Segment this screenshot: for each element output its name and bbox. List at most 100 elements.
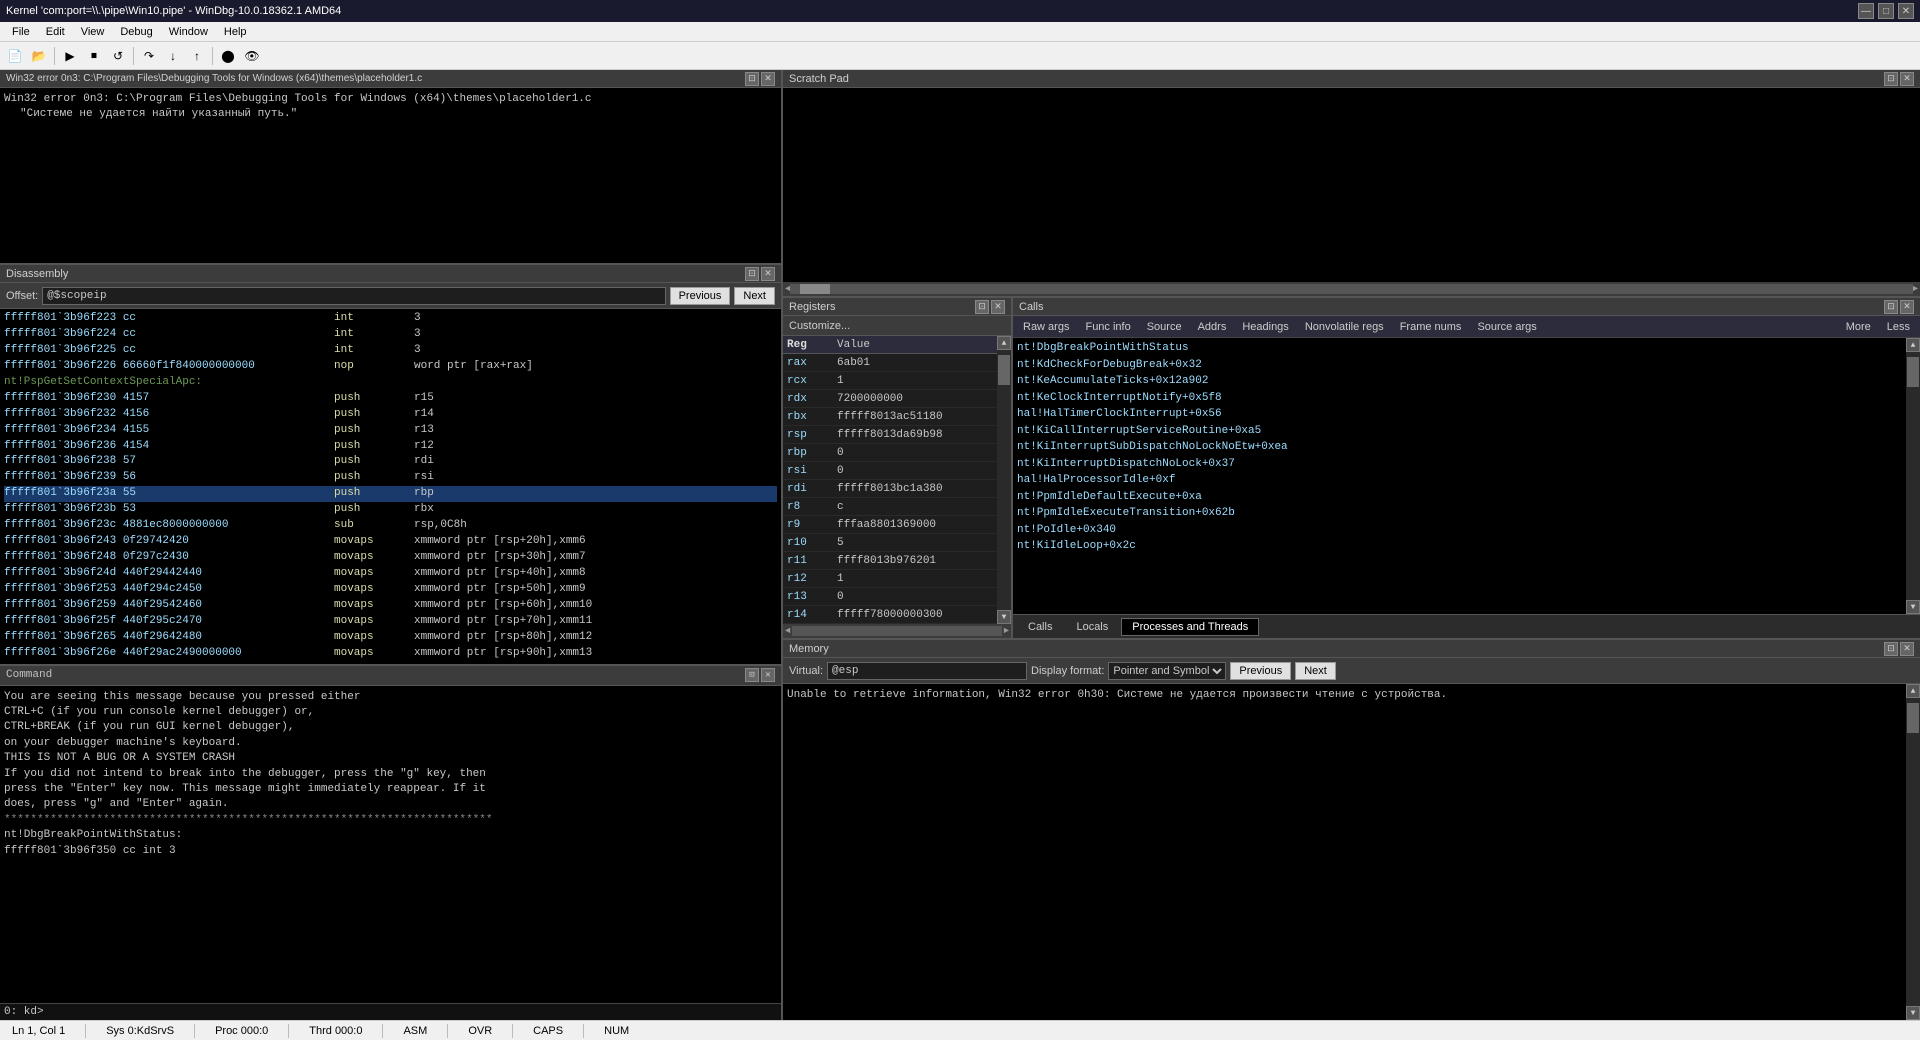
menu-item-debug[interactable]: Debug [112, 24, 160, 40]
reg-close-button[interactable]: ✕ [991, 300, 1005, 314]
scratch-title: Scratch Pad [789, 73, 849, 85]
reg-customize[interactable]: Customize... [783, 316, 1011, 336]
reg-name: r14 [783, 609, 833, 621]
calls-dock-button[interactable]: ⊡ [1884, 300, 1898, 314]
calls-less-button[interactable]: Less [1883, 319, 1914, 335]
close-button[interactable]: ✕ [1898, 3, 1914, 19]
dis-row: fffff801`3b96f243 0f29742420movapsxmmwor… [4, 534, 777, 550]
mem-prev-button[interactable]: Previous [1230, 662, 1291, 680]
dis-prev-button[interactable]: Previous [670, 287, 731, 305]
source-dock-button[interactable]: ⊡ [745, 72, 759, 86]
bottom-tab-processes-and-threads[interactable]: Processes and Threads [1121, 618, 1259, 636]
dis-mnem: movaps [334, 534, 414, 550]
scratch-hscroll[interactable]: ◄ ► [783, 282, 1920, 296]
dis-row: fffff801`3b96f253 440f294c2450movapsxmmw… [4, 582, 777, 598]
reg-name: rsp [783, 429, 833, 441]
menu-item-edit[interactable]: Edit [38, 24, 73, 40]
menu-item-window[interactable]: Window [161, 24, 216, 40]
bottom-tab-calls[interactable]: Calls [1017, 618, 1063, 636]
dis-ops: word ptr [rax+rax] [414, 359, 533, 375]
mem-dock-button[interactable]: ⊡ [1884, 642, 1898, 656]
dis-row: fffff801`3b96f25f 440f295c2470movapsxmmw… [4, 614, 777, 630]
calls-tab-frame-nums[interactable]: Frame nums [1396, 319, 1466, 335]
calls-tab-addrs[interactable]: Addrs [1194, 319, 1231, 335]
mem-close-button[interactable]: ✕ [1900, 642, 1914, 656]
bottom-tab-locals[interactable]: Locals [1065, 618, 1119, 636]
breakpoint-button[interactable]: ⬤ [217, 45, 239, 67]
reg-scroll-up[interactable]: ▲ [997, 336, 1011, 350]
restart-button[interactable]: ↺ [107, 45, 129, 67]
dis-addr: fffff801`3b96f26e 440f29ac2490000000 [4, 646, 334, 662]
calls-entry: nt!KiInterruptSubDispatchNoLockNoEtw+0xe… [1017, 439, 1902, 456]
menu-item-help[interactable]: Help [216, 24, 255, 40]
new-button[interactable]: 📄 [4, 45, 26, 67]
toolbar-separator-2 [133, 47, 134, 65]
scratch-close-button[interactable]: ✕ [1900, 72, 1914, 86]
calls-tab-func-info[interactable]: Func info [1081, 319, 1134, 335]
step-into-button[interactable]: ↓ [162, 45, 184, 67]
mem-scroll-down[interactable]: ▼ [1906, 1006, 1920, 1020]
reg-row: r8c [783, 498, 997, 516]
cmd-titlebar: Command ⊡ ✕ [0, 666, 781, 686]
menu-item-view[interactable]: View [73, 24, 113, 40]
cmd-input[interactable] [48, 1006, 777, 1018]
reg-scroll-track [997, 350, 1011, 610]
reg-dock-button[interactable]: ⊡ [975, 300, 989, 314]
menu-item-file[interactable]: File [4, 24, 38, 40]
reg-vscroll[interactable]: ▲ ▼ [997, 336, 1011, 624]
mem-scroll-up[interactable]: ▲ [1906, 684, 1920, 698]
mem-address-input[interactable] [827, 662, 1027, 680]
calls-tab-source-args[interactable]: Source args [1473, 319, 1540, 335]
step-over-button[interactable]: ↷ [138, 45, 160, 67]
calls-close-button[interactable]: ✕ [1900, 300, 1914, 314]
dis-mnem: movaps [334, 614, 414, 630]
dis-mnem: push [334, 407, 414, 423]
dis-mnem: int [334, 311, 414, 327]
dis-ops: rsi [414, 470, 434, 486]
mem-vscroll[interactable]: ▲ ▼ [1906, 684, 1920, 1020]
cmd-close-button[interactable]: ✕ [761, 668, 775, 682]
stop-button[interactable]: ⏹ [83, 45, 105, 67]
cmd-dock-button[interactable]: ⊡ [745, 668, 759, 682]
offset-input[interactable] [42, 287, 665, 305]
dis-next-button[interactable]: Next [734, 287, 775, 305]
watch-button[interactable]: 👁 [241, 45, 263, 67]
scratch-content[interactable] [783, 88, 1920, 282]
dis-mnem: movaps [334, 646, 414, 662]
dis-dock-button[interactable]: ⊡ [745, 267, 759, 281]
cmd-line: fffff801`3b96f350 cc int 3 [4, 844, 777, 859]
source-close-button[interactable]: ✕ [761, 72, 775, 86]
run-button[interactable]: ▶ [59, 45, 81, 67]
dis-mnem: nop [334, 359, 414, 375]
status-sep-6 [512, 1024, 513, 1038]
calls-tab-raw-args[interactable]: Raw args [1019, 319, 1073, 335]
calls-tab-nonvolatile-regs[interactable]: Nonvolatile regs [1301, 319, 1388, 335]
step-out-button[interactable]: ↑ [186, 45, 208, 67]
calls-vscroll[interactable]: ▲ ▼ [1906, 338, 1920, 614]
status-sep-1 [85, 1024, 86, 1038]
reg-hscroll[interactable]: ◄ ► [783, 624, 1011, 638]
mem-next-button[interactable]: Next [1295, 662, 1336, 680]
dis-addr: fffff801`3b96f243 0f29742420 [4, 534, 334, 550]
minimize-button[interactable]: — [1858, 3, 1874, 19]
calls-more-button[interactable]: More [1842, 319, 1875, 335]
reg-name: rbx [783, 411, 833, 423]
dis-ops: rsp,0C8h [414, 518, 467, 534]
calls-title: Calls [1019, 301, 1043, 313]
dis-close-button[interactable]: ✕ [761, 267, 775, 281]
scratch-dock-button[interactable]: ⊡ [1884, 72, 1898, 86]
mem-format-select[interactable]: Pointer and Symbol Bytes Words DWORDs QW… [1108, 662, 1226, 680]
dis-addr: fffff801`3b96f230 4157 [4, 391, 334, 407]
calls-tab-source[interactable]: Source [1143, 319, 1186, 335]
open-button[interactable]: 📂 [28, 45, 50, 67]
status-ovr: OVR [464, 1025, 496, 1037]
reg-value: 7200000000 [833, 393, 997, 405]
calls-tab-headings[interactable]: Headings [1238, 319, 1292, 335]
mem-title: Memory [789, 643, 829, 655]
cmd-line: THIS IS NOT A BUG OR A SYSTEM CRASH [4, 751, 777, 766]
dis-row: fffff801`3b96f238 57pushrdi [4, 454, 777, 470]
maximize-button[interactable]: □ [1878, 3, 1894, 19]
reg-scroll-down[interactable]: ▼ [997, 610, 1011, 624]
calls-scroll-down[interactable]: ▼ [1906, 600, 1920, 614]
calls-scroll-up[interactable]: ▲ [1906, 338, 1920, 352]
